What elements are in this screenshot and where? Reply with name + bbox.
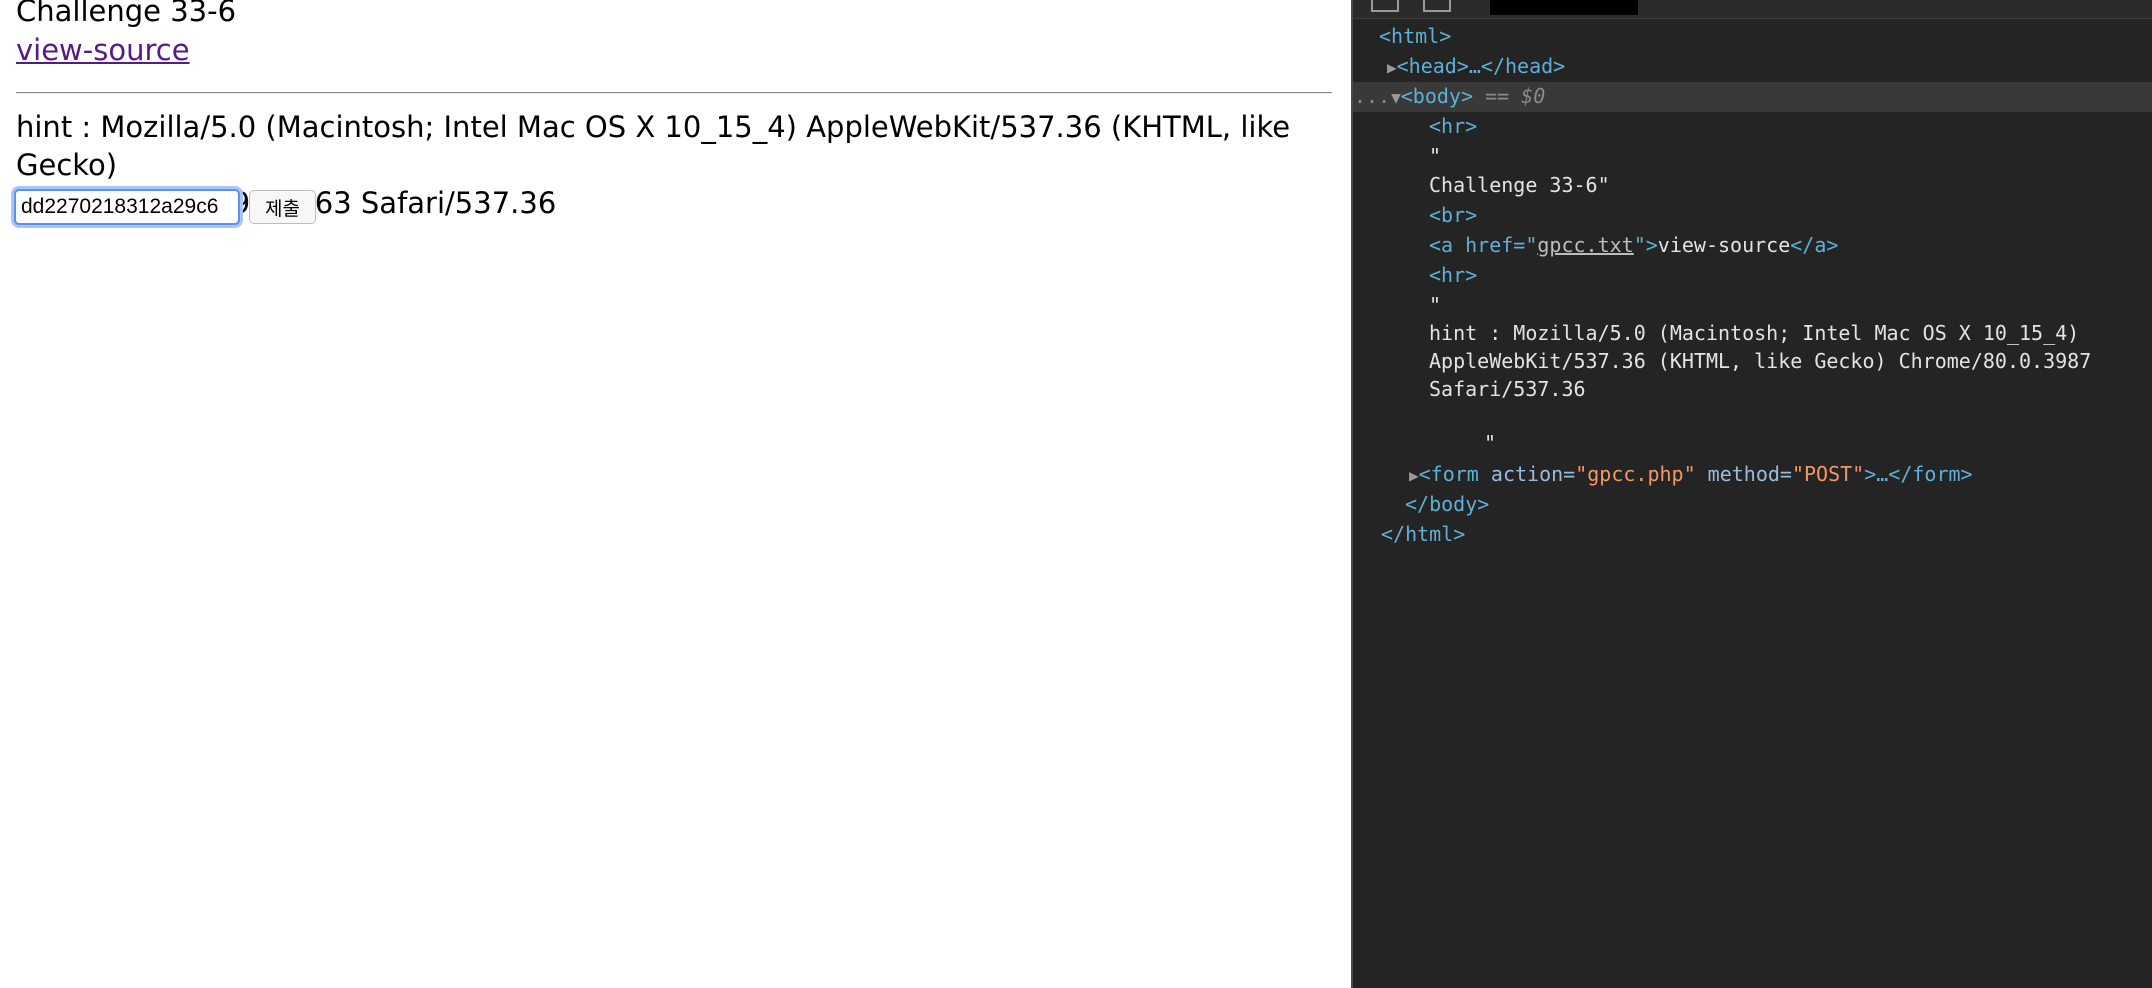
html-close-tag[interactable]: </html> — [1381, 519, 1465, 549]
form-node[interactable]: ▶<form action="gpcc.php" method="POST">…… — [1409, 459, 1973, 489]
horizontal-rule — [16, 92, 1332, 94]
inspect-icon[interactable] — [1371, 0, 1399, 12]
text-node-hint-2[interactable]: AppleWebKit/537.36 (KHTML, like Gecko) C… — [1429, 346, 2091, 376]
collapse-arrow-icon[interactable]: ▼ — [1391, 88, 1401, 107]
a-node[interactable]: <a href="gpcc.txt">view-source</a> — [1429, 230, 1838, 260]
text-node-hint-3[interactable]: Safari/537.36 — [1429, 374, 1586, 404]
body-close-tag[interactable]: </body> — [1405, 489, 1489, 519]
expand-arrow-icon[interactable]: ▶ — [1387, 58, 1397, 77]
row-menu-icon[interactable]: ... — [1355, 84, 1391, 108]
hr-node[interactable]: <hr> — [1429, 260, 1477, 290]
page-title: Challenge 33-6 — [16, 0, 237, 28]
device-toolbar-icon[interactable] — [1423, 0, 1451, 12]
head-node[interactable]: ▶<head>…</head> — [1387, 51, 1565, 81]
devtools-panel: <html> ▶<head>…</head> ...▼<body> == $0 … — [1351, 0, 2152, 988]
answer-input[interactable] — [14, 189, 240, 225]
text-node-quote[interactable]: " — [1429, 290, 1441, 320]
submit-button[interactable]: 제출 — [249, 190, 316, 224]
hint-line-1: hint : Mozilla/5.0 (Macintosh; Intel Mac… — [16, 110, 1291, 182]
html-open-tag[interactable]: <html> — [1379, 21, 1451, 51]
view-source-link[interactable]: view-source — [16, 33, 190, 67]
redacted-tab — [1490, 0, 1638, 15]
hr-node[interactable]: <hr> — [1429, 111, 1477, 141]
text-node-hint-1[interactable]: hint : Mozilla/5.0 (Macintosh; Intel Mac… — [1429, 318, 2079, 348]
expand-arrow-icon[interactable]: ▶ — [1409, 466, 1419, 485]
br-node[interactable]: <br> — [1429, 200, 1477, 230]
text-node-challenge[interactable]: Challenge 33-6" — [1429, 170, 1610, 200]
body-node[interactable]: ...▼<body> == $0 — [1355, 81, 1545, 111]
text-node-quote[interactable]: " — [1429, 141, 1441, 171]
text-node-quote-close[interactable]: " — [1484, 428, 1496, 458]
rendered-page: Challenge 33-6 view-source hint : Mozill… — [0, 0, 1351, 988]
devtools-toolbar — [1353, 0, 2152, 19]
gpcc-txt-link[interactable]: gpcc.txt — [1537, 233, 1633, 257]
